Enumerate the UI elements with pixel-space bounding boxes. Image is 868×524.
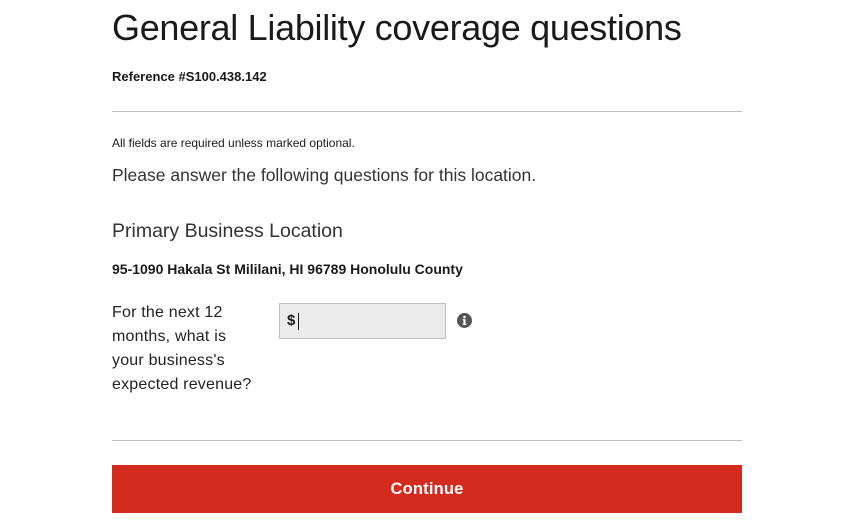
continue-button[interactable]: Continue [112, 465, 742, 513]
top-divider [112, 111, 742, 112]
info-circle-icon[interactable] [457, 313, 472, 328]
currency-symbol: $ [287, 312, 296, 329]
location-heading: Primary Business Location [112, 220, 343, 242]
instructions-text: Please answer the following questions fo… [112, 165, 537, 185]
reference-number: Reference #S100.438.142 [112, 69, 267, 84]
required-fields-note: All fields are required unless marked op… [112, 136, 355, 150]
revenue-question-label: For the next 12 months, what is your bus… [112, 304, 252, 393]
revenue-input-field[interactable]: $ [279, 303, 446, 339]
revenue-input[interactable] [298, 309, 438, 333]
bottom-divider [112, 440, 742, 441]
page-title: General Liability coverage questions [112, 7, 682, 48]
text-caret [298, 313, 299, 330]
location-address: 95-1090 Hakala St Mililani, HI 96789 Hon… [112, 261, 463, 277]
